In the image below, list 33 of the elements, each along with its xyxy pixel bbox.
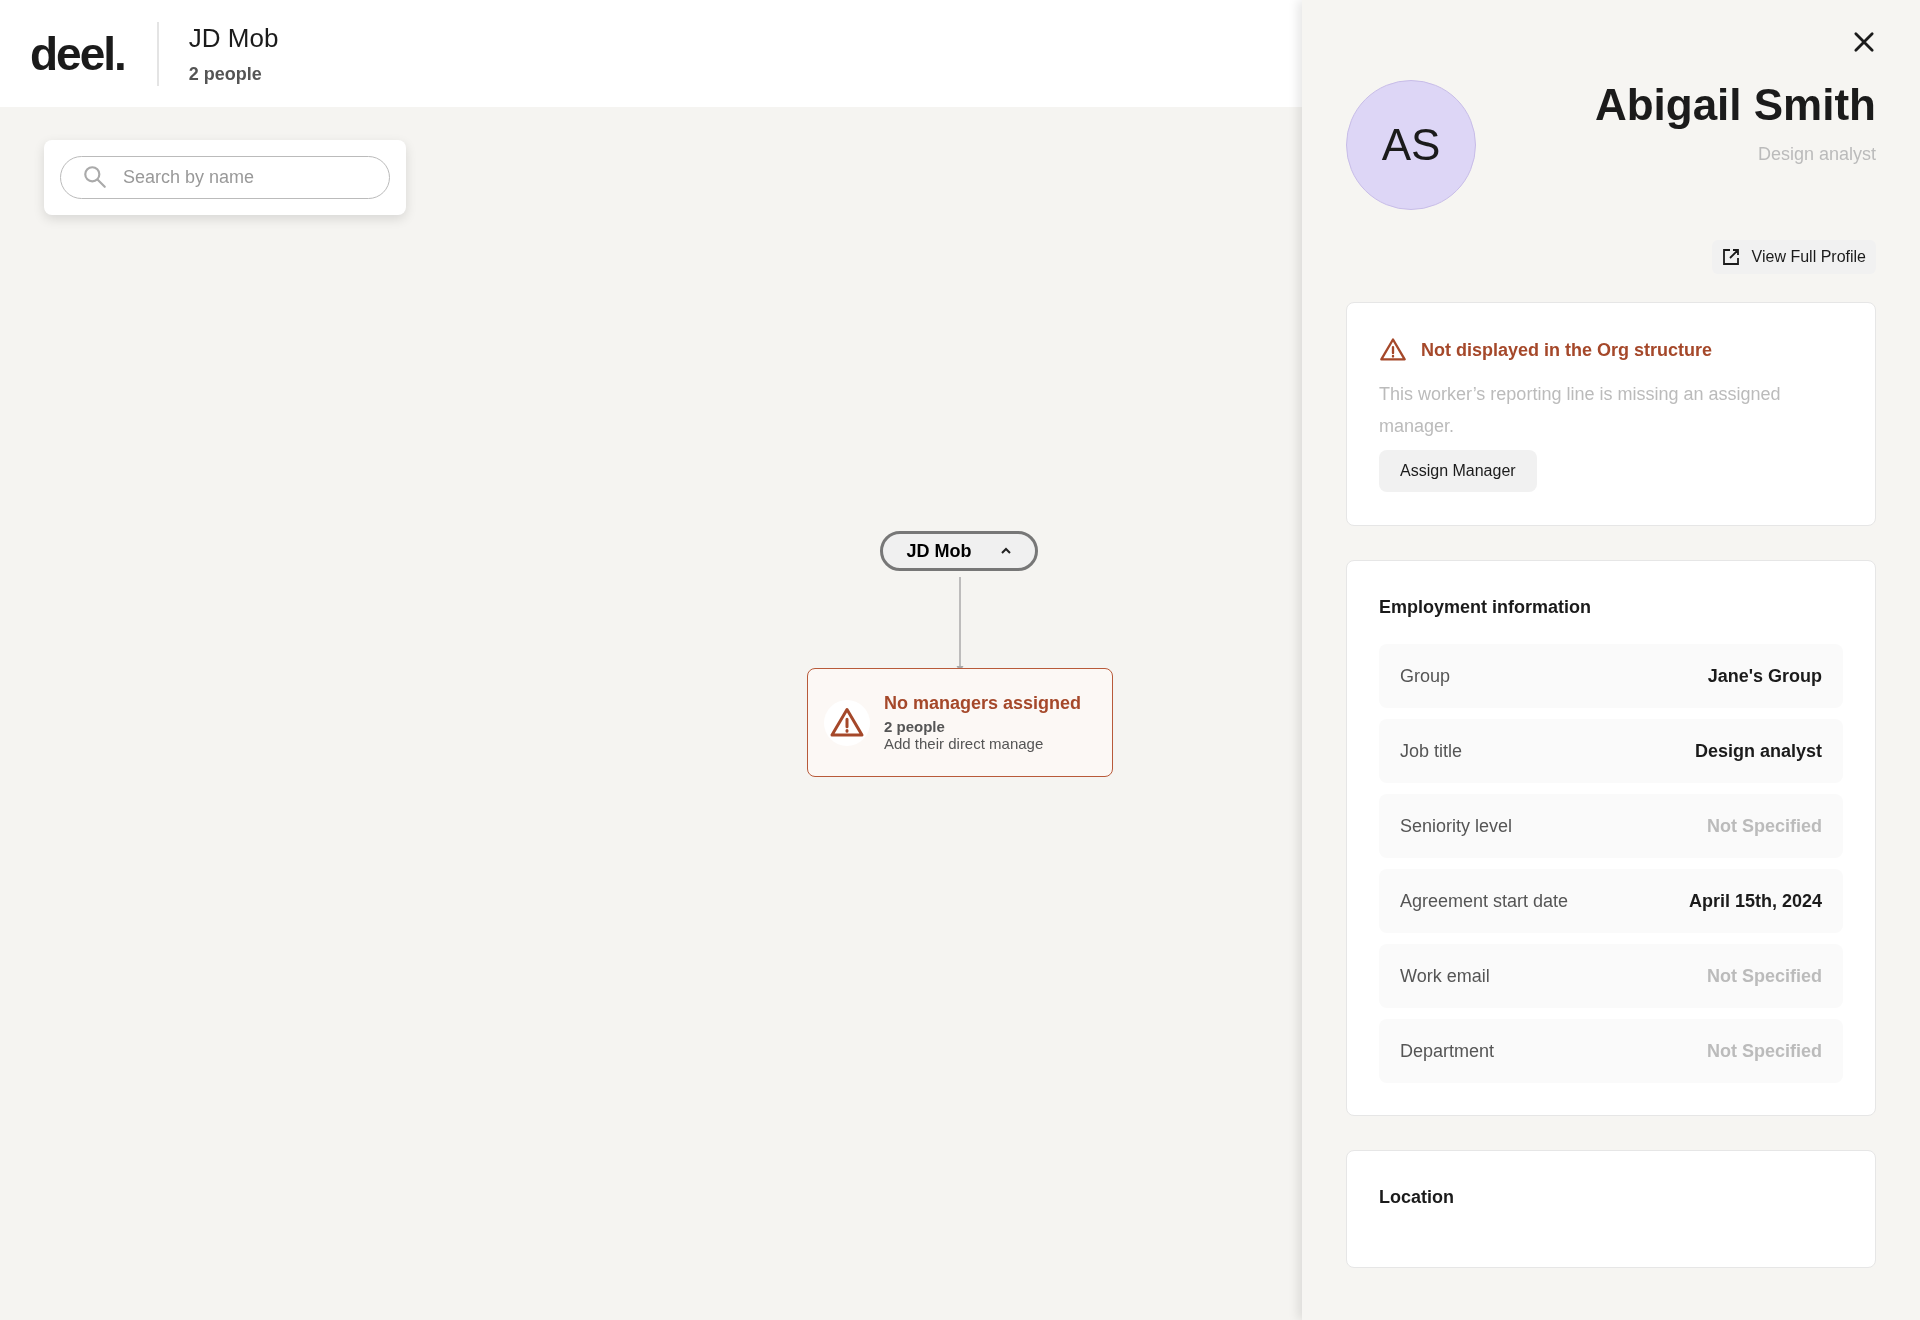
field-value: Not Specified <box>1707 1040 1822 1062</box>
field-label: Department <box>1400 1040 1495 1062</box>
warning-hint: Add their direct manage <box>884 735 1045 752</box>
people-count: 2 people <box>188 63 263 85</box>
field-value: Not Specified <box>1707 965 1822 987</box>
caret-icon <box>999 546 1012 556</box>
assign-manager-button[interactable]: Assign Manager <box>1379 450 1537 492</box>
field-value: April 15th, 2024 <box>1688 890 1822 912</box>
section-heading: Employment information <box>1379 597 1592 618</box>
alert-title: Not displayed in the Org structure <box>1421 339 1713 361</box>
group-node[interactable]: JD Mob <box>880 531 1038 571</box>
field-label: Agreement start date <box>1400 890 1569 912</box>
warning-icon <box>1379 336 1407 364</box>
people-count: 2 people <box>884 718 946 735</box>
field-label: Seniority level <box>1400 815 1513 837</box>
search-field[interactable]: Search by name <box>60 156 390 199</box>
section-heading: Location <box>1379 1187 1455 1208</box>
warning-node[interactable]: No managers assigned 2 people Add their direct manage <box>807 668 1113 777</box>
field-value: Jane's Group <box>1707 665 1822 687</box>
field-label: Group <box>1400 665 1451 687</box>
alert-text: This worker’s reporting line is missing an assigned manager. <box>1379 383 1782 438</box>
external-link-icon <box>1721 248 1740 266</box>
page-title: JD Mob <box>188 22 279 54</box>
avatar: AS <box>1346 80 1476 210</box>
field-value: Design analyst <box>1694 740 1822 762</box>
field-label: Work email <box>1400 965 1490 987</box>
field-value: Not Specified <box>1707 815 1822 837</box>
warning-title: No managers assigned <box>884 693 1082 714</box>
logo: deel. <box>30 21 159 86</box>
person-name: Abigail Smith <box>1594 80 1876 130</box>
field-label: Job title <box>1400 740 1463 762</box>
person-role: Design analyst <box>1756 144 1876 165</box>
view-profile-button[interactable]: View Full Profile <box>1711 240 1876 274</box>
